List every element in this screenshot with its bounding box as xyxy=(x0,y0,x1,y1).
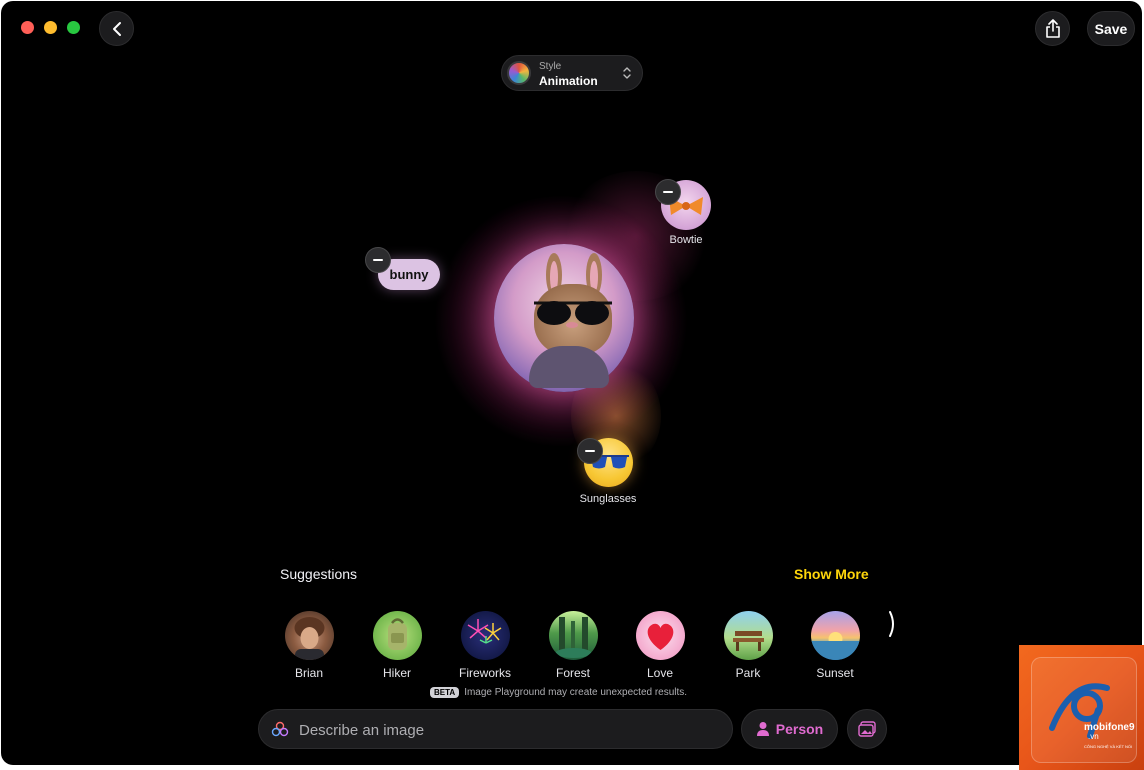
beta-notice: BETA Image Playground may create unexpec… xyxy=(430,687,687,698)
suggestion-sunset[interactable]: Sunset xyxy=(795,611,875,680)
heart-icon xyxy=(635,611,685,660)
person-button[interactable]: Person xyxy=(741,709,838,749)
fireworks-icon xyxy=(460,611,510,660)
close-window-button[interactable] xyxy=(21,21,34,34)
portrait-icon xyxy=(284,611,334,660)
forest-icon xyxy=(548,611,598,660)
person-icon xyxy=(756,722,769,736)
style-picker[interactable]: Style Animation xyxy=(501,55,643,91)
watermark-domain: .vn xyxy=(1088,732,1099,741)
prompt-bar[interactable] xyxy=(258,709,733,750)
chevron-left-icon xyxy=(112,21,121,36)
bunny-sunglasses-illustration xyxy=(534,301,612,328)
remove-bunny-button[interactable] xyxy=(365,247,391,273)
style-picker-label: Style xyxy=(539,61,562,72)
suggestion-label: Sunset xyxy=(816,666,854,680)
photos-icon xyxy=(858,721,876,737)
suggestion-forest[interactable]: Forest xyxy=(533,611,613,680)
share-button[interactable] xyxy=(1035,11,1070,46)
chevron-up-down-icon xyxy=(623,67,631,79)
remove-sunglasses-button[interactable] xyxy=(577,438,603,464)
minimize-window-button[interactable] xyxy=(44,21,57,34)
suggestion-love[interactable]: Love xyxy=(620,611,700,680)
chevron-right-icon[interactable] xyxy=(885,609,901,639)
beta-badge: BETA xyxy=(430,687,460,698)
concept-bowtie-label: Bowtie xyxy=(669,234,703,246)
watermark-logo: mobifone9 .vn CÔNG NGHỆ VÀ KẾT NỐI xyxy=(1019,645,1144,770)
suggestion-label: Love xyxy=(646,666,674,680)
describe-image-input[interactable] xyxy=(297,710,721,750)
suggestion-brian[interactable]: Brian xyxy=(269,611,349,680)
share-icon xyxy=(1045,18,1060,38)
watermark-frame: mobifone9 .vn CÔNG NGHỆ VÀ KẾT NỐI xyxy=(1031,657,1137,763)
suggestion-fireworks[interactable]: Fireworks xyxy=(445,611,525,680)
mobifone9-logo-icon: mobifone9 .vn CÔNG NGHỆ VÀ KẾT NỐI xyxy=(1049,683,1135,749)
person-button-label: Person xyxy=(775,721,824,737)
show-more-link[interactable]: Show More xyxy=(794,566,869,582)
beta-notice-text: Image Playground may create unexpected r… xyxy=(464,687,688,698)
sunset-icon xyxy=(810,611,860,660)
suggestion-label: Brian xyxy=(294,666,323,680)
save-button[interactable]: Save xyxy=(1087,11,1135,46)
remove-bowtie-button[interactable] xyxy=(655,179,681,205)
photo-library-button[interactable] xyxy=(847,709,887,749)
bench-icon xyxy=(723,611,773,660)
suggestion-hiker[interactable]: Hiker xyxy=(357,611,437,680)
backpack-icon xyxy=(372,611,422,660)
zoom-window-button[interactable] xyxy=(67,21,80,34)
style-picker-value: Animation xyxy=(539,74,598,88)
suggestion-label: Park xyxy=(735,666,761,680)
suggestion-label: Hiker xyxy=(382,666,411,680)
back-button[interactable] xyxy=(99,11,134,46)
suggestions-heading: Suggestions xyxy=(280,566,358,582)
suggestion-park[interactable]: Park xyxy=(708,611,788,680)
minus-icon xyxy=(373,259,383,261)
concept-sunglasses-label: Sunglasses xyxy=(579,493,637,505)
image-playground-window: Save Style Animation bunny Bowtie Sungla… xyxy=(1,1,1142,765)
image-playground-icon xyxy=(271,721,289,737)
suggestion-label: Forest xyxy=(555,666,590,680)
suggestion-label: Fireworks xyxy=(458,666,511,680)
watermark-tagline: CÔNG NGHỆ VÀ KẾT NỐI xyxy=(1084,744,1132,749)
minus-icon xyxy=(585,450,595,452)
style-swatch-icon xyxy=(507,61,531,85)
minus-icon xyxy=(663,191,673,193)
